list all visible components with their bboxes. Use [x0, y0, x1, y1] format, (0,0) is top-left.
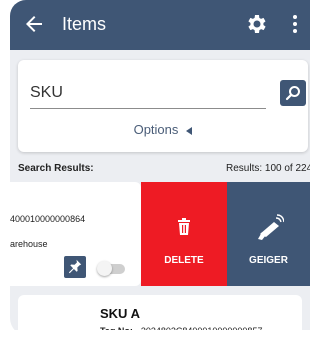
gear-icon[interactable] — [244, 12, 268, 36]
app-screen: Items Options Search Resu — [10, 0, 310, 336]
geiger-button[interactable]: GEIGER — [227, 182, 310, 286]
app-bar: Items — [10, 0, 310, 50]
search-card: Options — [18, 60, 308, 152]
page-title: Items — [62, 14, 107, 34]
list-item[interactable]: 400010000000864 arehouse — [10, 182, 141, 286]
delete-button[interactable]: DELETE — [141, 182, 227, 286]
rfid-scanner-icon — [257, 214, 285, 240]
pin-icon — [68, 259, 82, 274]
search-icon — [285, 86, 300, 101]
arrow-back-icon[interactable] — [22, 12, 46, 36]
options-toggle[interactable]: Options — [18, 122, 308, 137]
item-location: arehouse — [10, 239, 48, 249]
options-label: Options — [133, 122, 179, 137]
results-count: Results: 100 of 224 — [226, 163, 310, 174]
item-sku: SKU A — [100, 306, 140, 321]
delete-label: DELETE — [164, 255, 204, 266]
results-header: Search Results: Results: 100 of 224 — [18, 163, 310, 177]
item-toggle[interactable] — [97, 261, 127, 276]
search-input[interactable] — [30, 82, 266, 109]
toggle-knob — [97, 261, 112, 276]
trash-icon — [178, 218, 190, 235]
more-vert-icon[interactable] — [290, 13, 300, 35]
item-tag-number: 400010000000864 — [10, 214, 86, 224]
geiger-label: GEIGER — [249, 255, 288, 266]
search-results-label: Search Results: — [18, 163, 94, 174]
caret-left-icon — [186, 126, 193, 135]
search-button[interactable] — [280, 80, 306, 106]
pin-button[interactable] — [64, 256, 86, 278]
phone-frame: Items Options Search Resu — [0, 0, 310, 341]
bottom-edge — [0, 330, 310, 341]
